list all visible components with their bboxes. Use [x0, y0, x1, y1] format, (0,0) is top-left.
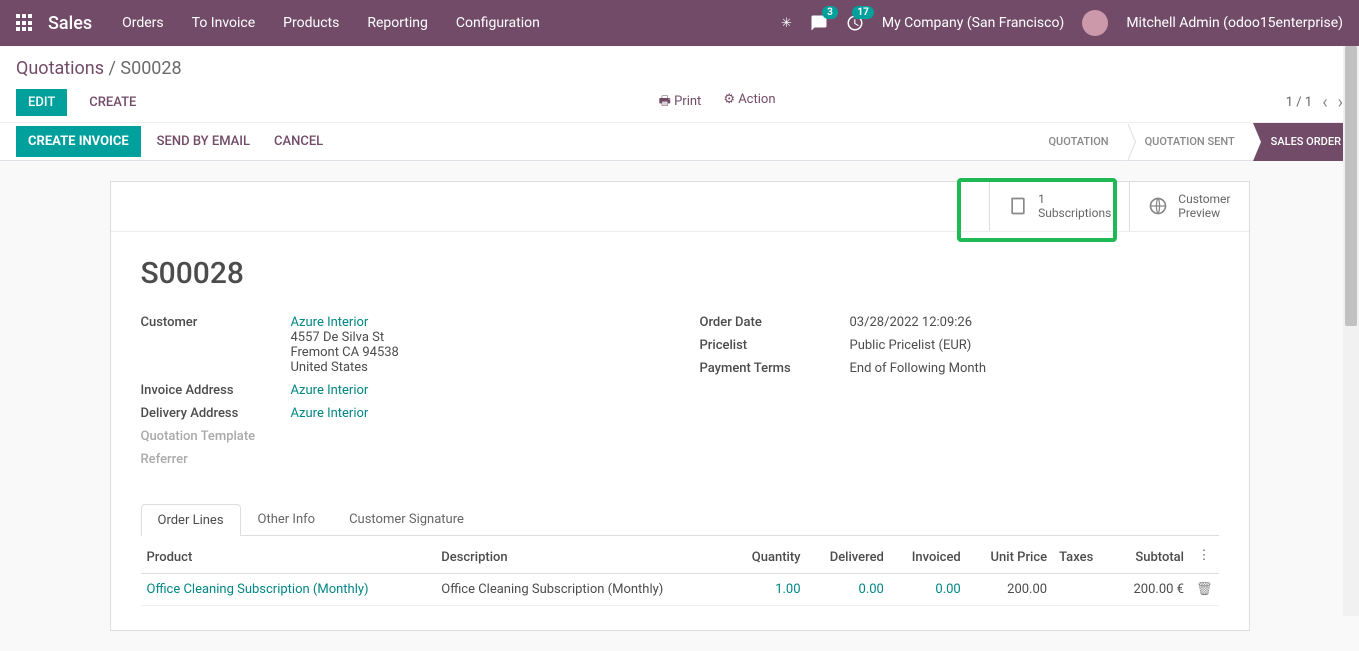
breadcrumb-root[interactable]: Quotations: [16, 58, 104, 79]
tab-other-info[interactable]: Other Info: [241, 503, 333, 535]
delivery-address-link[interactable]: Azure Interior: [291, 406, 369, 421]
col-delivered: Delivered: [807, 542, 890, 574]
menu-orders[interactable]: Orders: [122, 15, 164, 31]
invoice-address-label: Invoice Address: [141, 383, 291, 398]
user-menu[interactable]: Mitchell Admin (odoo15enterprise): [1126, 15, 1343, 31]
menu-configuration[interactable]: Configuration: [456, 15, 540, 31]
table-row[interactable]: Office Cleaning Subscription (Monthly) O…: [141, 573, 1219, 605]
pager-text: 1 / 1: [1286, 95, 1312, 110]
line-unit-price: 200.00: [967, 573, 1053, 605]
line-subtotal: 200.00 €: [1111, 573, 1190, 605]
pager-prev[interactable]: ‹: [1322, 92, 1327, 113]
form-sheet: 1 Subscriptions Customer Preview S00028: [110, 181, 1250, 631]
line-invoiced[interactable]: 0.00: [935, 582, 960, 597]
pricelist-value: Public Pricelist (EUR): [850, 338, 1219, 353]
company-switcher[interactable]: My Company (San Francisco): [882, 15, 1064, 31]
apps-icon[interactable]: [16, 14, 34, 32]
stage-bar: QUOTATION QUOTATION SENT SALES ORDER: [1030, 123, 1359, 161]
customer-preview-button[interactable]: Customer Preview: [1129, 182, 1248, 231]
customer-link[interactable]: Azure Interior: [291, 315, 369, 330]
quotation-template-label: Quotation Template: [141, 429, 291, 444]
stage-quotation[interactable]: QUOTATION: [1030, 123, 1126, 161]
send-by-email-button[interactable]: SEND BY EMAIL: [157, 134, 250, 149]
menu-products[interactable]: Products: [283, 15, 339, 31]
action-button[interactable]: ⚙ Action: [723, 92, 775, 114]
line-delivered[interactable]: 0.00: [859, 582, 884, 597]
col-product: Product: [141, 542, 436, 574]
order-date-value: 03/28/2022 12:09:26: [850, 315, 1219, 330]
scrollbar-thumb[interactable]: [1345, 46, 1357, 326]
payment-terms-value: End of Following Month: [850, 361, 1219, 376]
debug-icon[interactable]: ✳: [781, 16, 792, 31]
menu-reporting[interactable]: Reporting: [367, 15, 428, 31]
referrer-label: Referrer: [141, 452, 291, 467]
highlight-box: [957, 178, 1117, 242]
col-taxes: Taxes: [1053, 542, 1111, 574]
menu-to-invoice[interactable]: To Invoice: [192, 15, 256, 31]
print-button[interactable]: 🖶 Print: [659, 92, 702, 114]
order-lines-table: Product Description Quantity Delivered I…: [141, 542, 1219, 606]
globe-icon: [1148, 196, 1168, 216]
app-brand[interactable]: Sales: [48, 13, 92, 34]
messaging-icon[interactable]: 3: [810, 14, 828, 32]
line-taxes: [1053, 573, 1111, 605]
trash-icon[interactable]: 🗑: [1196, 582, 1213, 597]
tab-customer-signature[interactable]: Customer Signature: [332, 503, 481, 535]
edit-button[interactable]: EDIT: [16, 89, 67, 116]
avatar: [1082, 10, 1108, 36]
payment-terms-label: Payment Terms: [700, 361, 850, 376]
customer-label: Customer: [141, 315, 291, 375]
tab-order-lines[interactable]: Order Lines: [141, 504, 241, 536]
line-qty[interactable]: 1.00: [775, 582, 800, 597]
create-invoice-button[interactable]: CREATE INVOICE: [16, 126, 141, 157]
systray: ✳ 3 17 My Company (San Francisco) Mitche…: [781, 10, 1343, 36]
pager: 1 / 1 ‹ ›: [1286, 92, 1343, 113]
cancel-button[interactable]: CANCEL: [274, 134, 323, 149]
main-menu: Orders To Invoice Products Reporting Con…: [122, 15, 781, 31]
notebook-tabs: Order Lines Other Info Customer Signatur…: [141, 503, 1219, 536]
kebab-icon[interactable]: ⋮: [1198, 548, 1211, 563]
col-quantity: Quantity: [730, 542, 807, 574]
col-description: Description: [435, 542, 730, 574]
invoice-address-link[interactable]: Azure Interior: [291, 383, 369, 398]
breadcrumb: Quotations / S00028: [16, 58, 1343, 79]
activities-icon[interactable]: 17: [846, 14, 864, 32]
breadcrumb-current: S00028: [120, 58, 181, 79]
delivery-address-label: Delivery Address: [141, 406, 291, 421]
create-button[interactable]: CREATE: [77, 89, 148, 116]
record-name: S00028: [141, 256, 1219, 291]
status-bar: CREATE INVOICE SEND BY EMAIL CANCEL QUOT…: [0, 123, 1359, 161]
activities-badge: 17: [852, 6, 873, 19]
col-invoiced: Invoiced: [890, 542, 967, 574]
col-unit-price: Unit Price: [967, 542, 1053, 574]
order-date-label: Order Date: [700, 315, 850, 330]
line-description: Office Cleaning Subscription (Monthly): [435, 573, 730, 605]
line-product[interactable]: Office Cleaning Subscription (Monthly): [147, 582, 369, 597]
top-navbar: Sales Orders To Invoice Products Reporti…: [0, 0, 1359, 46]
messaging-badge: 3: [822, 6, 838, 19]
control-panel: Quotations / S00028 EDIT CREATE 🖶 Print …: [0, 46, 1359, 123]
vertical-scrollbar[interactable]: [1343, 46, 1359, 616]
stage-quotation-sent[interactable]: QUOTATION SENT: [1127, 123, 1253, 161]
col-subtotal: Subtotal: [1111, 542, 1190, 574]
pricelist-label: Pricelist: [700, 338, 850, 353]
